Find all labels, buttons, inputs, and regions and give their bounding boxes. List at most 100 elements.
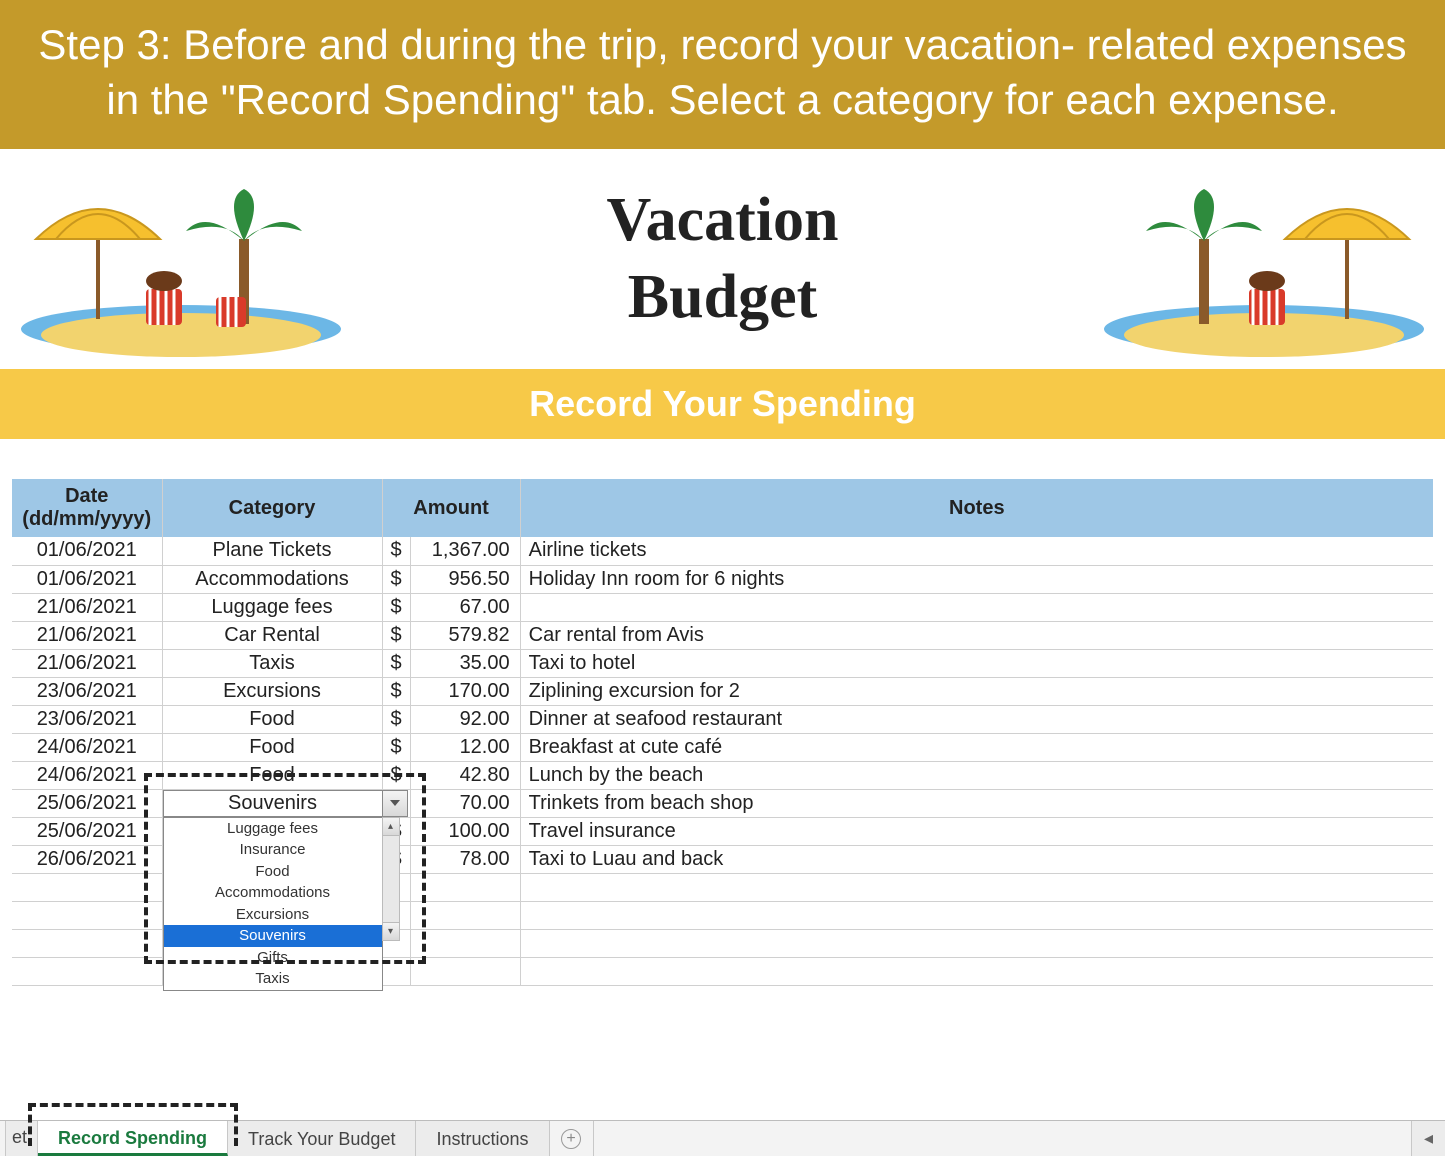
cell-notes[interactable]: Ziplining excursion for 2 <box>520 677 1433 705</box>
cell-amount[interactable]: 35.00 <box>410 649 520 677</box>
cell-empty[interactable] <box>520 957 1433 985</box>
cell-amount[interactable]: 70.00 <box>410 789 520 817</box>
cell-currency[interactable]: $ <box>382 705 410 733</box>
cell-empty[interactable] <box>410 929 520 957</box>
table-row: 23/06/2021Food$92.00Dinner at seafood re… <box>12 705 1433 733</box>
tab-partial-prev[interactable]: et <box>6 1121 38 1156</box>
cell-notes[interactable]: Car rental from Avis <box>520 621 1433 649</box>
cell-notes[interactable]: Holiday Inn room for 6 nights <box>520 565 1433 593</box>
cell-notes[interactable] <box>520 593 1433 621</box>
cell-notes[interactable]: Taxi to Luau and back <box>520 845 1433 873</box>
scroll-down-icon[interactable]: ▾ <box>383 922 399 940</box>
add-sheet-button[interactable]: + <box>550 1121 594 1156</box>
cell-amount[interactable]: 92.00 <box>410 705 520 733</box>
cell-date[interactable]: 25/06/2021 <box>12 789 162 817</box>
cell-amount[interactable]: 170.00 <box>410 677 520 705</box>
cell-currency[interactable]: $ <box>382 593 410 621</box>
cell-empty[interactable] <box>520 929 1433 957</box>
cell-date[interactable]: 01/06/2021 <box>12 537 162 565</box>
cell-amount[interactable]: 100.00 <box>410 817 520 845</box>
cell-currency[interactable]: $ <box>382 733 410 761</box>
cell-date[interactable]: 21/06/2021 <box>12 649 162 677</box>
dropdown-option[interactable]: Gifts <box>164 947 382 969</box>
cell-date[interactable]: 23/06/2021 <box>12 705 162 733</box>
cell-currency[interactable]: $ <box>382 537 410 565</box>
col-header-amount[interactable]: Amount <box>382 479 520 537</box>
col-header-notes[interactable]: Notes <box>520 479 1433 537</box>
cell-empty[interactable] <box>410 957 520 985</box>
table-row: 25/06/2021SouvenirsLuggage feesInsurance… <box>12 789 1433 817</box>
cell-notes[interactable]: Breakfast at cute café <box>520 733 1433 761</box>
dropdown-option[interactable]: Accommodations <box>164 882 382 904</box>
dropdown-scrollbar[interactable]: ▴▾ <box>382 817 400 941</box>
cell-empty[interactable] <box>382 957 410 985</box>
cell-empty[interactable] <box>12 957 162 985</box>
category-dropdown-selected[interactable]: Souvenirs <box>163 790 383 817</box>
cell-empty[interactable] <box>410 901 520 929</box>
cell-empty[interactable] <box>12 901 162 929</box>
cell-amount[interactable]: 1,367.00 <box>410 537 520 565</box>
col-header-date[interactable]: Date (dd/mm/yyyy) <box>12 479 162 537</box>
cell-notes[interactable]: Trinkets from beach shop <box>520 789 1433 817</box>
cell-notes[interactable]: Travel insurance <box>520 817 1433 845</box>
tabs-spacer <box>594 1121 1411 1156</box>
tab-scroll-left[interactable]: ◂ <box>1411 1121 1445 1156</box>
cell-category[interactable]: Plane Tickets <box>162 537 382 565</box>
dropdown-option[interactable]: Insurance <box>164 839 382 861</box>
dropdown-option[interactable]: Souvenirs <box>164 925 382 947</box>
cell-date[interactable]: 25/06/2021 <box>12 817 162 845</box>
cell-category[interactable]: Car Rental <box>162 621 382 649</box>
beach-scene-left <box>16 159 346 359</box>
table-row: 24/06/2021Food$12.00Breakfast at cute ca… <box>12 733 1433 761</box>
table-row: 01/06/2021Accommodations$956.50Holiday I… <box>12 565 1433 593</box>
cell-empty[interactable] <box>12 929 162 957</box>
dropdown-option[interactable]: Taxis <box>164 968 382 990</box>
cell-currency[interactable]: $ <box>382 621 410 649</box>
cell-empty[interactable] <box>12 873 162 901</box>
cell-date[interactable]: 21/06/2021 <box>12 593 162 621</box>
cell-currency[interactable]: $ <box>382 761 410 789</box>
cell-category[interactable]: SouvenirsLuggage feesInsuranceFoodAccomm… <box>162 789 382 817</box>
cell-notes[interactable]: Airline tickets <box>520 537 1433 565</box>
cell-category[interactable]: Accommodations <box>162 565 382 593</box>
sheet-tab[interactable]: Record Spending <box>38 1121 228 1156</box>
cell-notes[interactable]: Lunch by the beach <box>520 761 1433 789</box>
cell-category[interactable]: Taxis <box>162 649 382 677</box>
cell-amount[interactable]: 78.00 <box>410 845 520 873</box>
page-title: Vacation Budget <box>607 182 839 337</box>
cell-empty[interactable] <box>520 873 1433 901</box>
cell-category[interactable]: Excursions <box>162 677 382 705</box>
header-area: Vacation Budget <box>0 149 1445 369</box>
sheet-tab[interactable]: Track Your Budget <box>228 1121 416 1156</box>
cell-amount[interactable]: 42.80 <box>410 761 520 789</box>
col-header-category[interactable]: Category <box>162 479 382 537</box>
cell-date[interactable]: 21/06/2021 <box>12 621 162 649</box>
cell-category[interactable]: Luggage fees <box>162 593 382 621</box>
cell-category[interactable]: Food <box>162 733 382 761</box>
cell-currency[interactable]: $ <box>382 649 410 677</box>
cell-amount[interactable]: 579.82 <box>410 621 520 649</box>
cell-notes[interactable]: Taxi to hotel <box>520 649 1433 677</box>
dropdown-arrow-button[interactable] <box>382 790 408 817</box>
dropdown-option[interactable]: Excursions <box>164 904 382 926</box>
cell-category[interactable]: Food <box>162 761 382 789</box>
cell-empty[interactable] <box>410 873 520 901</box>
sheet-tab[interactable]: Instructions <box>416 1121 549 1156</box>
cell-date[interactable]: 26/06/2021 <box>12 845 162 873</box>
dropdown-option[interactable]: Food <box>164 861 382 883</box>
instruction-banner: Step 3: Before and during the trip, reco… <box>0 0 1445 149</box>
cell-date[interactable]: 01/06/2021 <box>12 565 162 593</box>
cell-category[interactable]: Food <box>162 705 382 733</box>
cell-amount[interactable]: 956.50 <box>410 565 520 593</box>
cell-currency[interactable]: $ <box>382 677 410 705</box>
dropdown-option[interactable]: Luggage fees <box>164 818 382 840</box>
cell-date[interactable]: 24/06/2021 <box>12 733 162 761</box>
cell-amount[interactable]: 67.00 <box>410 593 520 621</box>
cell-currency[interactable]: $ <box>382 565 410 593</box>
cell-amount[interactable]: 12.00 <box>410 733 520 761</box>
cell-date[interactable]: 24/06/2021 <box>12 761 162 789</box>
cell-date[interactable]: 23/06/2021 <box>12 677 162 705</box>
cell-empty[interactable] <box>520 901 1433 929</box>
scroll-up-icon[interactable]: ▴ <box>383 818 399 836</box>
cell-notes[interactable]: Dinner at seafood restaurant <box>520 705 1433 733</box>
